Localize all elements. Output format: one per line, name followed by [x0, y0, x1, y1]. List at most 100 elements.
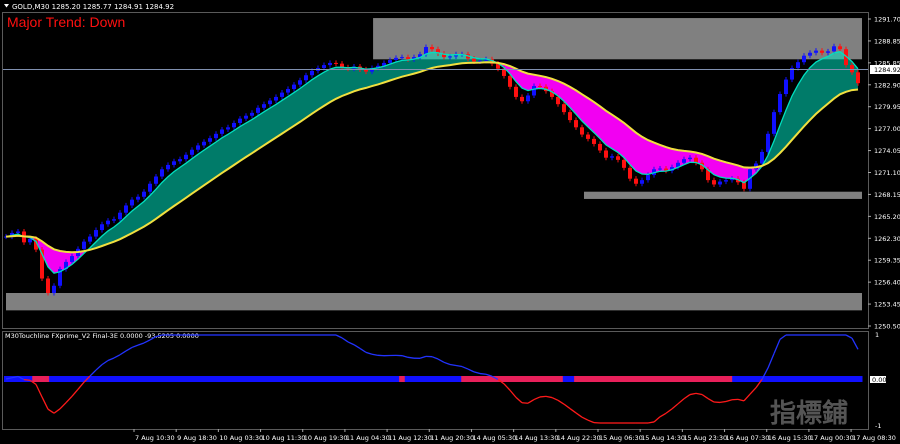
candle-body	[268, 100, 272, 105]
histogram-bar	[805, 376, 812, 382]
histogram-bar	[269, 376, 276, 382]
symbol-info: GOLD,M30 1285.20 1285.77 1284.91 1284.92	[12, 3, 174, 11]
oscillator-line	[527, 398, 535, 404]
histogram-bar	[664, 376, 671, 382]
oscillator-line	[35, 384, 43, 398]
oscillator-line	[443, 361, 451, 366]
histogram-bar	[303, 376, 310, 382]
candle-body	[28, 238, 32, 243]
candle-body	[250, 112, 254, 116]
ribbon-segment	[258, 111, 264, 150]
oscillator-line	[449, 363, 457, 367]
histogram-bar	[540, 376, 547, 382]
ribbon-segment	[270, 104, 276, 142]
histogram-bar	[190, 376, 197, 382]
ribbon-segment	[168, 171, 174, 211]
oscillator-line	[101, 359, 109, 366]
current-price-value: 1284.92	[874, 66, 900, 74]
candle-body	[220, 129, 224, 134]
oscillator-line	[695, 392, 703, 396]
candle-body	[508, 75, 512, 87]
time-tick-label: 9 Aug 18:30	[177, 434, 217, 442]
histogram-bar	[850, 376, 857, 382]
time-tick-label: 15 Aug 23:30	[683, 434, 727, 442]
histogram-bar	[274, 376, 282, 382]
oscillator-line	[551, 396, 559, 401]
oscillator-line	[89, 369, 97, 377]
histogram-bar	[653, 376, 660, 382]
price-tick-label: 1288.85	[874, 37, 900, 45]
time-tick-label: 14 Aug 05:30	[472, 434, 516, 442]
histogram-bar	[675, 376, 682, 382]
candle-body	[70, 256, 74, 262]
histogram-bar	[404, 376, 411, 382]
price-tick-label: 1279.95	[874, 103, 900, 111]
histogram-bar	[709, 376, 716, 382]
oscillator-line	[113, 354, 121, 359]
histogram-bar	[782, 376, 790, 382]
ribbon-segment	[390, 62, 396, 81]
oscillator-line	[743, 393, 751, 402]
ribbon-segment	[240, 122, 246, 161]
oscillator-line	[653, 416, 661, 423]
dropdown-arrow-icon[interactable]	[4, 4, 9, 8]
candle-body	[634, 178, 638, 184]
price-tick-label: 1268.15	[874, 191, 900, 199]
ribbon-segment	[222, 134, 228, 173]
ribbon-segment	[198, 150, 204, 190]
ribbon-segment	[654, 142, 660, 173]
histogram-bar	[286, 376, 293, 382]
candle-body	[538, 86, 542, 88]
ribbon-segment	[252, 115, 258, 154]
candle-body	[100, 224, 104, 231]
ribbon-segment	[648, 140, 654, 175]
candle-body	[658, 168, 662, 170]
price-tick-label: 1253.45	[874, 301, 900, 309]
histogram-bar	[184, 376, 191, 382]
oscillator-line	[407, 356, 415, 359]
oscillator-line	[557, 399, 565, 405]
candle-body	[328, 62, 332, 66]
histogram-bar	[150, 376, 157, 382]
histogram-bar	[698, 376, 705, 382]
histogram-bar	[280, 376, 287, 382]
candle-body	[148, 183, 152, 192]
price-chart[interactable]: GOLD,M30 1285.20 1285.77 1284.91 1284.92…	[0, 0, 900, 444]
histogram-bar	[359, 376, 366, 382]
histogram-bar	[585, 376, 592, 382]
price-tick-label: 1271.10	[874, 169, 900, 177]
candle-body	[394, 57, 398, 61]
ribbon-segment	[426, 52, 432, 70]
histogram-bar	[365, 376, 372, 382]
histogram-bar	[337, 376, 344, 382]
trend-label: Major Trend: Down	[7, 14, 125, 30]
histogram-bar	[427, 376, 434, 382]
histogram-bar	[376, 376, 383, 382]
histogram-bar	[195, 376, 203, 382]
ribbon-segment	[336, 67, 342, 99]
ribbon-segment	[828, 53, 834, 104]
current-price-badge: 1284.92	[870, 65, 900, 74]
histogram-bar	[252, 376, 259, 382]
ribbon-segment	[228, 130, 234, 169]
candle-body	[94, 230, 98, 237]
histogram-bar	[399, 376, 406, 382]
ribbon-segment	[384, 64, 390, 83]
time-tick-label: 11 Aug 04:30	[346, 434, 390, 442]
oscillator	[4, 334, 863, 424]
candle-body	[574, 120, 578, 128]
candle-body	[208, 138, 212, 142]
price-tick-label: 1256.40	[874, 279, 900, 287]
histogram-bar	[466, 376, 474, 382]
watermark: 指標鋪	[770, 398, 848, 429]
candle-body	[118, 212, 122, 220]
candle-body	[304, 75, 308, 81]
histogram-bar	[720, 376, 728, 382]
histogram-bar	[670, 376, 677, 382]
time-tick-label: 17 Aug 08:30	[852, 434, 896, 442]
histogram-bar	[99, 376, 107, 382]
histogram-bar	[370, 376, 378, 382]
oscillator-line	[131, 344, 139, 349]
histogram-bar	[715, 376, 722, 382]
candle-body	[838, 46, 842, 50]
